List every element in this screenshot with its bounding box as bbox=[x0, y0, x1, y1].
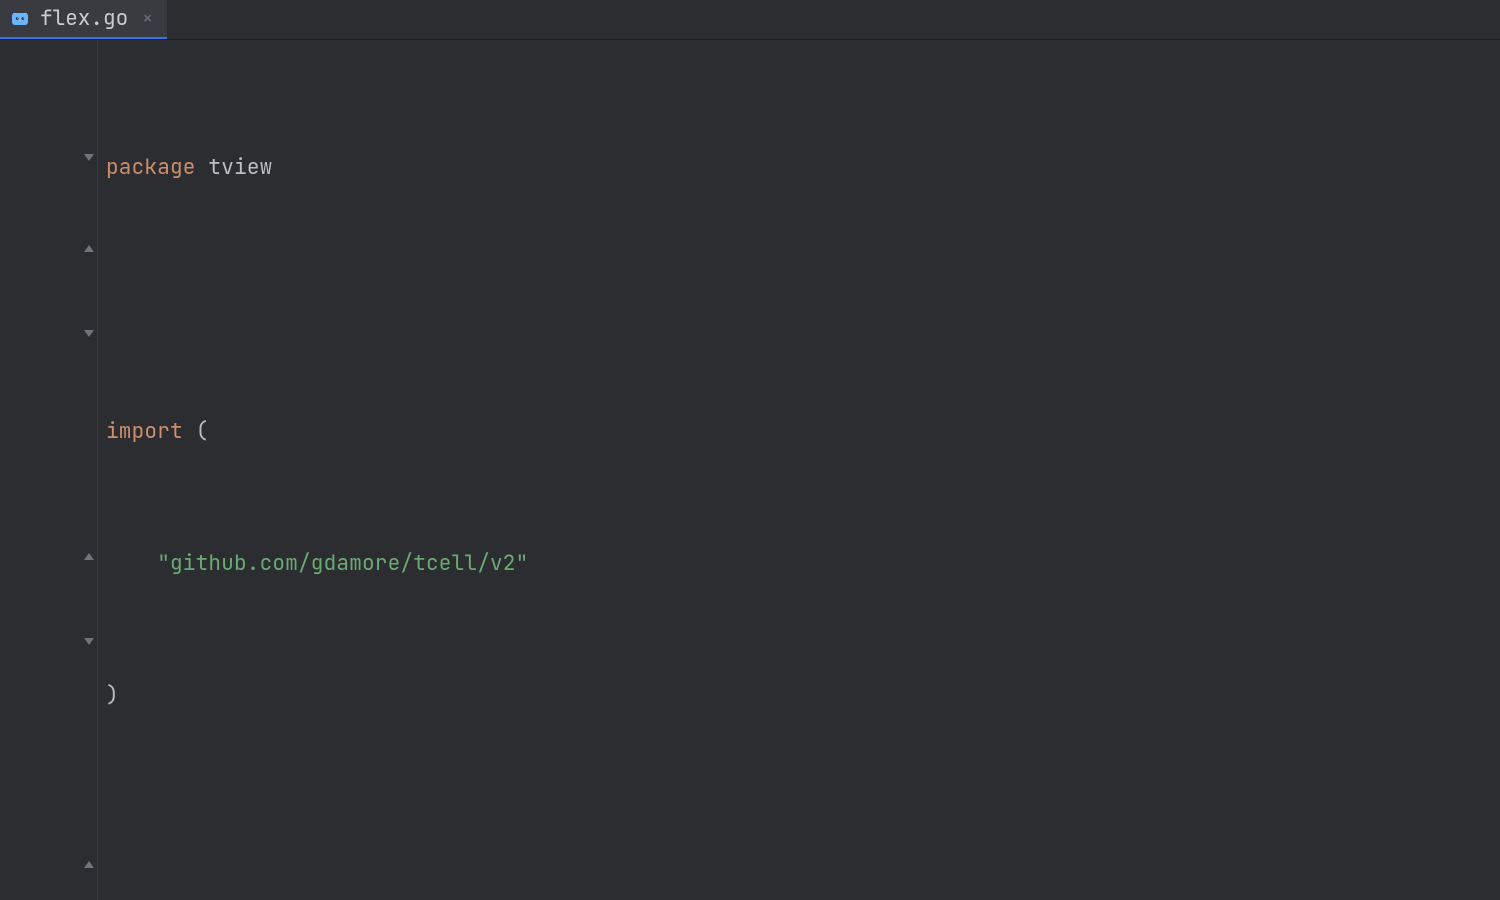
close-icon[interactable]: × bbox=[142, 7, 153, 30]
import-string: "github.com/gdamore/tcell/v2" bbox=[157, 542, 528, 586]
editor[interactable]: package tview import ( "github.com/gdamo… bbox=[0, 40, 1500, 900]
keyword: import bbox=[106, 410, 183, 454]
gutter[interactable] bbox=[0, 40, 98, 900]
fold-end-icon[interactable] bbox=[82, 548, 96, 562]
code-line: import ( bbox=[98, 410, 1500, 454]
fold-marker-icon[interactable] bbox=[82, 636, 96, 650]
fold-end-icon[interactable] bbox=[82, 856, 96, 870]
code-line bbox=[98, 278, 1500, 322]
keyword: package bbox=[106, 146, 196, 190]
tab-flex-go[interactable]: flex.go × bbox=[0, 0, 167, 39]
fold-marker-icon[interactable] bbox=[82, 328, 96, 342]
package-name: tview bbox=[208, 146, 272, 190]
code-line bbox=[98, 806, 1500, 850]
go-file-icon bbox=[10, 9, 30, 29]
code-line: ) bbox=[98, 674, 1500, 718]
fold-marker-icon[interactable] bbox=[82, 152, 96, 166]
paren: ( bbox=[196, 410, 209, 454]
paren: ) bbox=[106, 674, 119, 718]
code-area[interactable]: package tview import ( "github.com/gdamo… bbox=[98, 40, 1500, 900]
code-line: package tview bbox=[98, 146, 1500, 190]
tab-bar: flex.go × bbox=[0, 0, 1500, 40]
tab-filename: flex.go bbox=[40, 5, 128, 32]
code-line: "github.com/gdamore/tcell/v2" bbox=[98, 542, 1500, 586]
fold-end-icon[interactable] bbox=[82, 240, 96, 254]
